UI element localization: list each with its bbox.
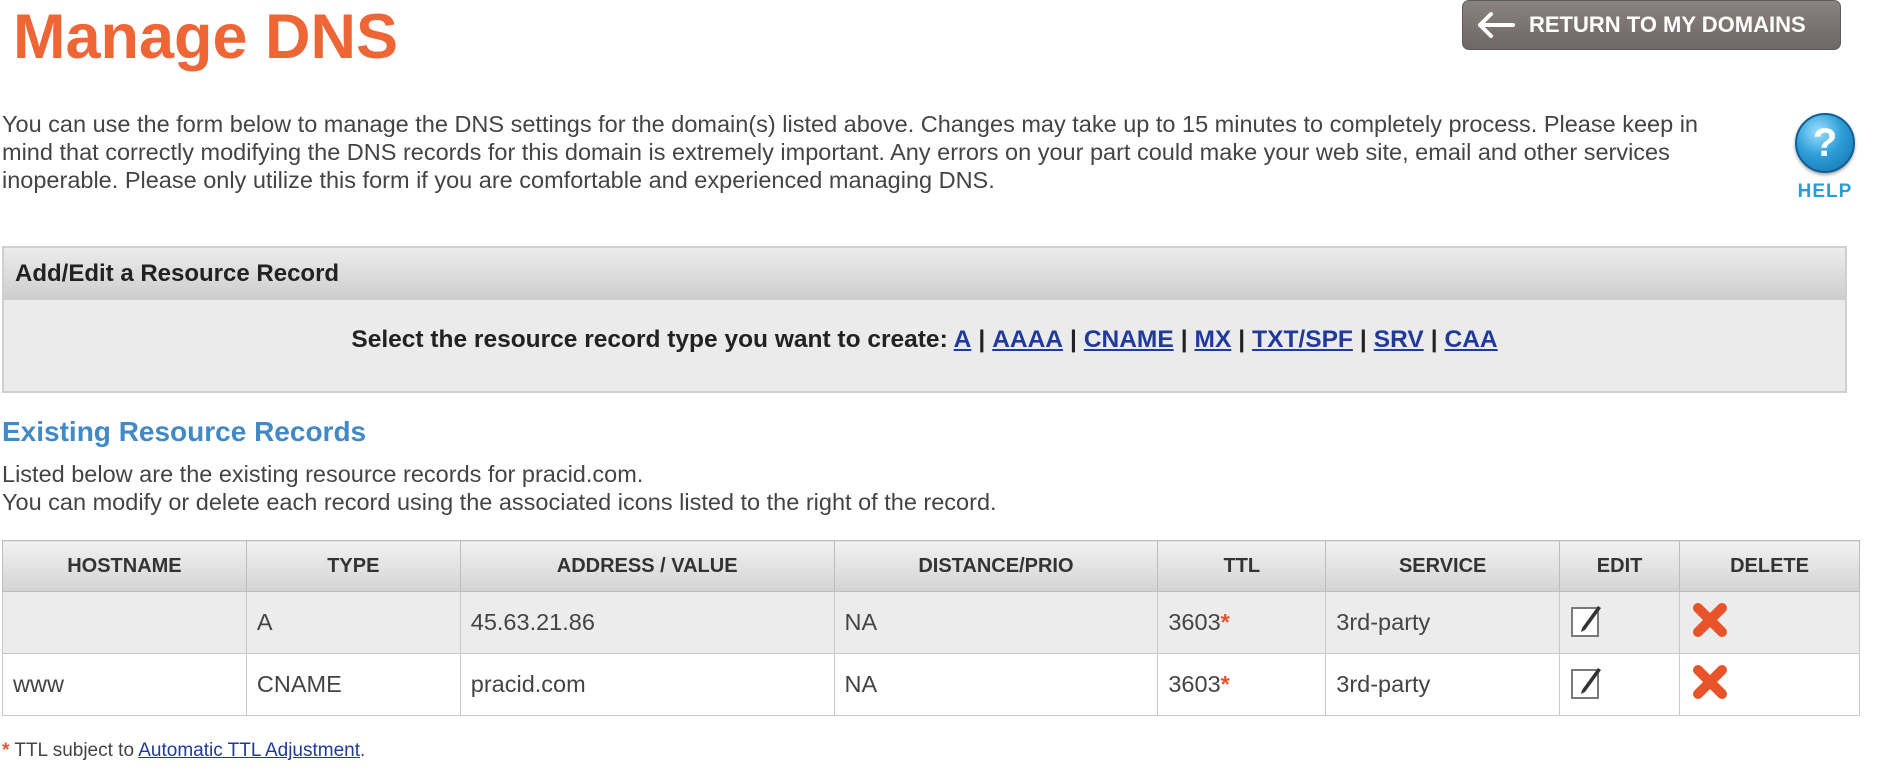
record-type-link-srv[interactable]: SRV (1374, 326, 1424, 353)
separator: | (1359, 326, 1367, 353)
record-type-link-mx[interactable]: MX (1195, 326, 1232, 353)
delete-icon[interactable] (1690, 600, 1730, 646)
record-type-link-aaaa[interactable]: AAAA (992, 326, 1063, 353)
record-type-link-a[interactable]: A (954, 326, 972, 353)
separator: | (1069, 326, 1077, 353)
cell-type: CNAME (245, 653, 461, 716)
separator: | (1180, 326, 1188, 353)
ttl-value: 3603 (1168, 671, 1221, 697)
existing-records-line-2: You can modify or delete each record usi… (2, 489, 997, 515)
intro-text: You can use the form below to manage the… (2, 111, 1698, 193)
cell-distance: NA (833, 653, 1159, 716)
delete-icon[interactable] (1690, 662, 1730, 708)
separator: | (978, 326, 986, 353)
edit-icon[interactable] (1570, 664, 1604, 706)
record-type-link-caa[interactable]: CAA (1445, 326, 1498, 353)
cell-hostname: www (2, 653, 247, 716)
return-to-my-domains-button[interactable]: RETURN TO MY DOMAINS (1462, 0, 1841, 50)
cell-delete (1679, 653, 1860, 716)
cell-ttl: 3603* (1157, 591, 1327, 654)
column-header-ttl: TTL (1157, 540, 1327, 592)
return-button-label: RETURN TO MY DOMAINS (1529, 12, 1806, 37)
ttl-asterisk: * (1220, 609, 1230, 635)
cell-address: 45.63.21.86 (459, 591, 835, 654)
cell-type: A (245, 591, 461, 654)
add-edit-record-panel: Add/Edit a Resource Record Select the re… (2, 246, 1847, 393)
cell-edit (1559, 653, 1681, 716)
record-type-prompt: Select the resource record type you want… (351, 326, 948, 353)
table-row: A 45.63.21.86 NA 3603* 3rd-party (2, 591, 1860, 654)
column-header-service: SERVICE (1325, 540, 1561, 592)
separator: | (1430, 326, 1438, 353)
record-type-selector: Select the resource record type you want… (4, 326, 1845, 354)
cell-hostname (2, 591, 247, 654)
existing-records-line-1: Listed below are the existing resource r… (2, 461, 644, 487)
column-header-address: ADDRESS / VALUE (459, 540, 835, 592)
separator: | (1238, 326, 1246, 353)
cell-service: 3rd-party (1325, 653, 1561, 716)
edit-icon[interactable] (1570, 602, 1604, 644)
automatic-ttl-adjustment-link[interactable]: Automatic TTL Adjustment (138, 740, 360, 761)
column-header-delete: DELETE (1679, 540, 1860, 592)
column-header-distance: DISTANCE/PRIO (833, 540, 1159, 592)
footnote-text: TTL subject to (9, 740, 139, 761)
cell-service: 3rd-party (1325, 591, 1561, 654)
ttl-value: 3603 (1168, 609, 1221, 635)
existing-records-title: Existing Resource Records (2, 416, 367, 447)
column-header-edit: EDIT (1559, 540, 1681, 592)
help-label: HELP (1797, 181, 1853, 202)
help-button[interactable]: ? HELP (1793, 113, 1857, 203)
record-type-link-cname[interactable]: CNAME (1084, 326, 1174, 353)
column-header-hostname: HOSTNAME (2, 540, 247, 592)
record-type-link-txt-spf[interactable]: TXT/SPF (1252, 326, 1353, 353)
ttl-asterisk: * (1220, 671, 1230, 697)
add-edit-header: Add/Edit a Resource Record (4, 248, 1845, 300)
records-table: HOSTNAME TYPE ADDRESS / VALUE DISTANCE/P… (2, 540, 1860, 716)
cell-edit (1559, 591, 1681, 654)
existing-records-description: Listed below are the existing resource r… (2, 460, 997, 516)
table-row: www CNAME pracid.com NA 3603* 3rd-party (2, 653, 1860, 716)
cell-distance: NA (833, 591, 1159, 654)
table-header-row: HOSTNAME TYPE ADDRESS / VALUE DISTANCE/P… (2, 540, 1860, 592)
ttl-footnote: * TTL subject to Automatic TTL Adjustmen… (2, 740, 365, 762)
cell-address: pracid.com (459, 653, 835, 716)
column-header-type: TYPE (245, 540, 461, 592)
page-title: Manage DNS (13, 2, 399, 72)
cell-delete (1679, 591, 1860, 654)
help-icon: ? (1795, 113, 1855, 173)
footnote-end: . (360, 740, 366, 761)
arrow-left-icon (1478, 12, 1515, 38)
cell-ttl: 3603* (1157, 653, 1327, 716)
